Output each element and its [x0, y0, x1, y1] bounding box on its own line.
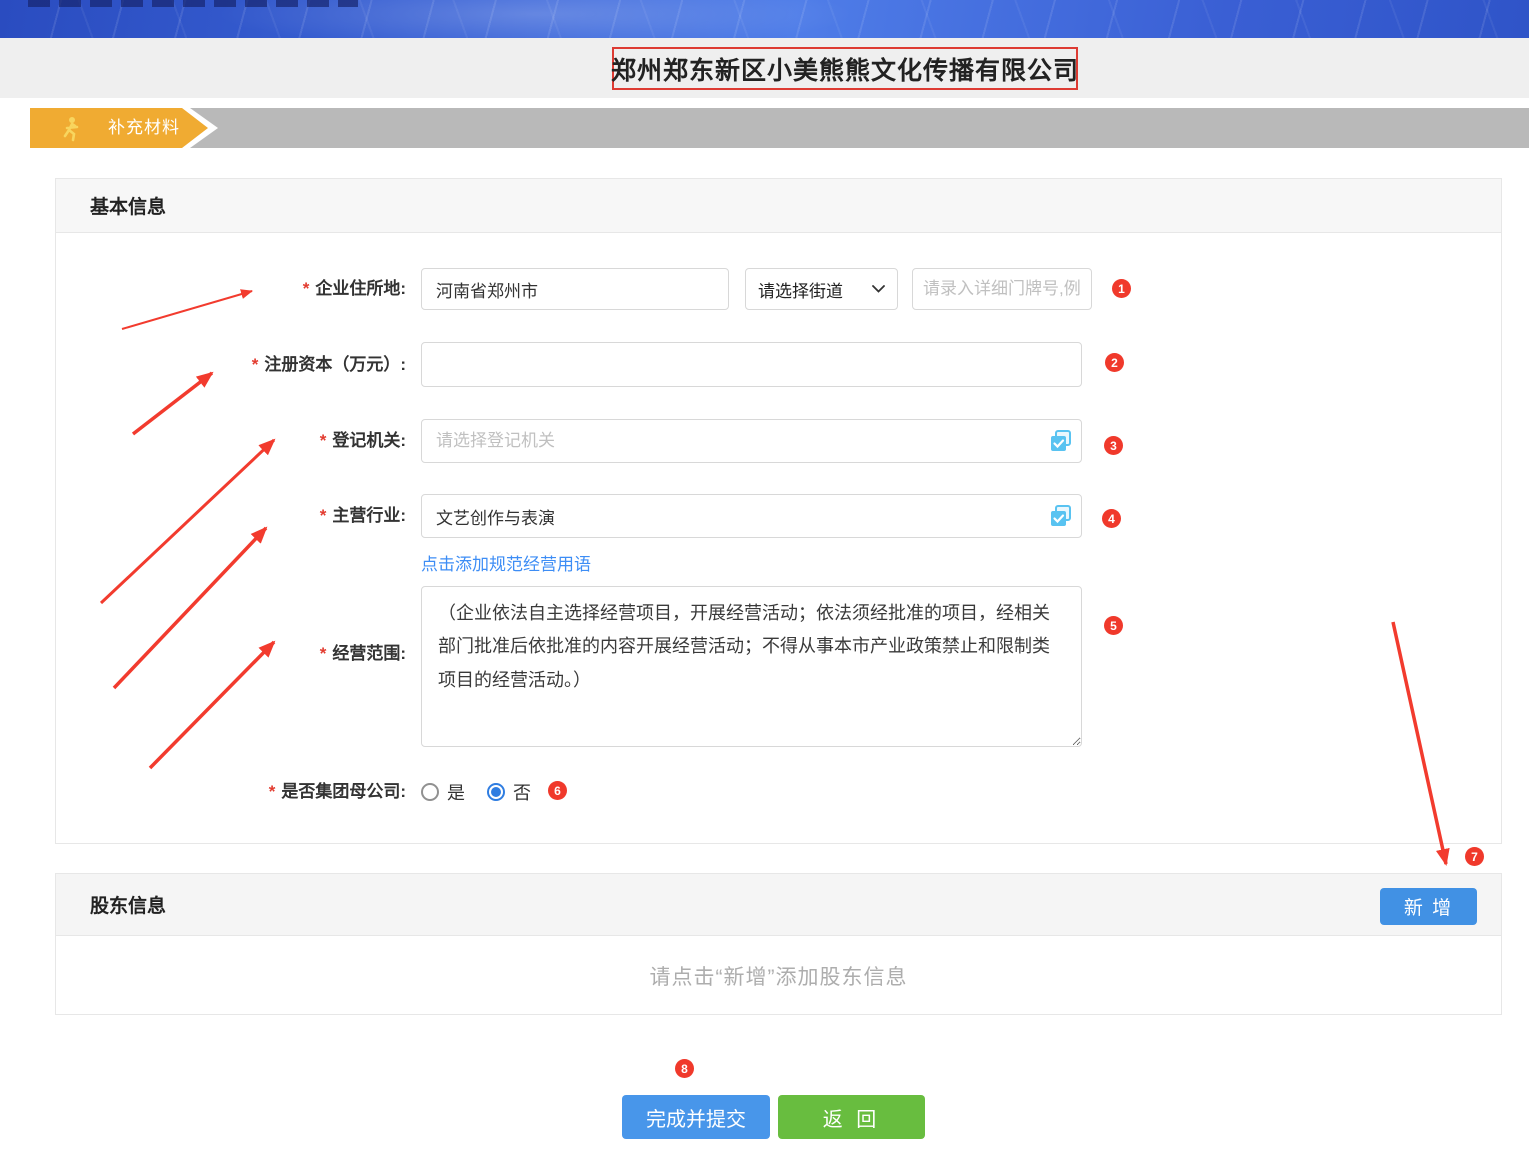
authority-label: *登记机关: [56, 419, 406, 463]
group-parent-radio-group: 是 否 [421, 777, 545, 807]
chevron-down-icon [872, 285, 885, 293]
group-parent-label: *是否集团母公司: [56, 777, 406, 807]
step-label[interactable]: 补充材料 [108, 108, 180, 148]
street-select-value: 请选择街道 [758, 277, 843, 302]
radio-no-label[interactable]: 否 [513, 779, 531, 805]
annotation-marker-8: 8 [675, 1059, 694, 1078]
basic-info-header: 基本信息 [56, 179, 1501, 233]
required-mark: * [320, 431, 327, 450]
annotation-marker-7: 7 [1465, 847, 1484, 866]
shareholder-card: 股东信息 新 增 请点击“新增”添加股东信息 [55, 873, 1502, 1015]
title-bar: 郑州郑东新区小美熊熊文化传播有限公司 [0, 38, 1529, 98]
radio-yes-label[interactable]: 是 [447, 779, 465, 805]
shareholder-empty-hint: 请点击“新增”添加股东信息 [56, 936, 1501, 1015]
street-select[interactable]: 请选择街道 [745, 268, 898, 310]
annotation-marker-3: 3 [1104, 436, 1123, 455]
top-banner [0, 0, 1529, 38]
industry-label: *主营行业: [56, 494, 406, 538]
required-mark: * [252, 355, 259, 374]
required-mark: * [320, 644, 327, 663]
capital-input[interactable] [421, 342, 1082, 387]
annotation-marker-6: 6 [548, 781, 567, 800]
authority-picker-icon[interactable] [1050, 430, 1072, 452]
scope-label: *经营范围: [56, 637, 406, 671]
required-mark: * [320, 506, 327, 525]
basic-info-card: 基本信息 *企业住所地: 请选择街道 *注册资本（万元）: *登记机关: [55, 178, 1502, 844]
back-button[interactable]: 返 回 [778, 1095, 925, 1139]
capital-label: *注册资本（万元）: [56, 342, 406, 387]
add-scope-terms-link[interactable]: 点击添加规范经营用语 [421, 553, 591, 577]
shareholder-title: 股东信息 [90, 891, 166, 918]
address-label: *企业住所地: [56, 268, 406, 310]
submit-button[interactable]: 完成并提交 [622, 1095, 770, 1139]
step-bar: 补充材料 [30, 108, 1529, 148]
annotation-marker-2: 2 [1105, 353, 1124, 372]
address-region-input[interactable] [421, 268, 729, 310]
company-name-box: 郑州郑东新区小美熊熊文化传播有限公司 [612, 47, 1078, 90]
company-name: 郑州郑东新区小美熊熊文化传播有限公司 [611, 51, 1079, 87]
page: 郑州郑东新区小美熊熊文化传播有限公司 补充材料 基本信息 *企业住所地: 请选择… [0, 0, 1529, 1156]
shareholder-header: 股东信息 新 增 [56, 874, 1501, 936]
annotation-marker-5: 5 [1104, 616, 1123, 635]
banner-text-remnant [28, 0, 358, 7]
walking-person-icon [60, 116, 82, 142]
radio-yes[interactable] [421, 783, 439, 801]
annotation-marker-4: 4 [1102, 509, 1121, 528]
radio-no[interactable] [487, 783, 505, 801]
scope-textarea[interactable]: （企业依法自主选择经营项目，开展经营活动；依法须经批准的项目，经相关部门批准后依… [421, 586, 1082, 747]
industry-picker-icon[interactable] [1050, 505, 1072, 527]
authority-input[interactable] [421, 419, 1082, 463]
address-detail-input[interactable] [912, 268, 1092, 310]
required-mark: * [303, 279, 310, 298]
industry-input[interactable] [421, 494, 1082, 538]
annotation-marker-1: 1 [1112, 279, 1131, 298]
basic-info-title: 基本信息 [90, 192, 166, 219]
required-mark: * [269, 782, 276, 801]
add-shareholder-button[interactable]: 新 增 [1380, 888, 1477, 925]
